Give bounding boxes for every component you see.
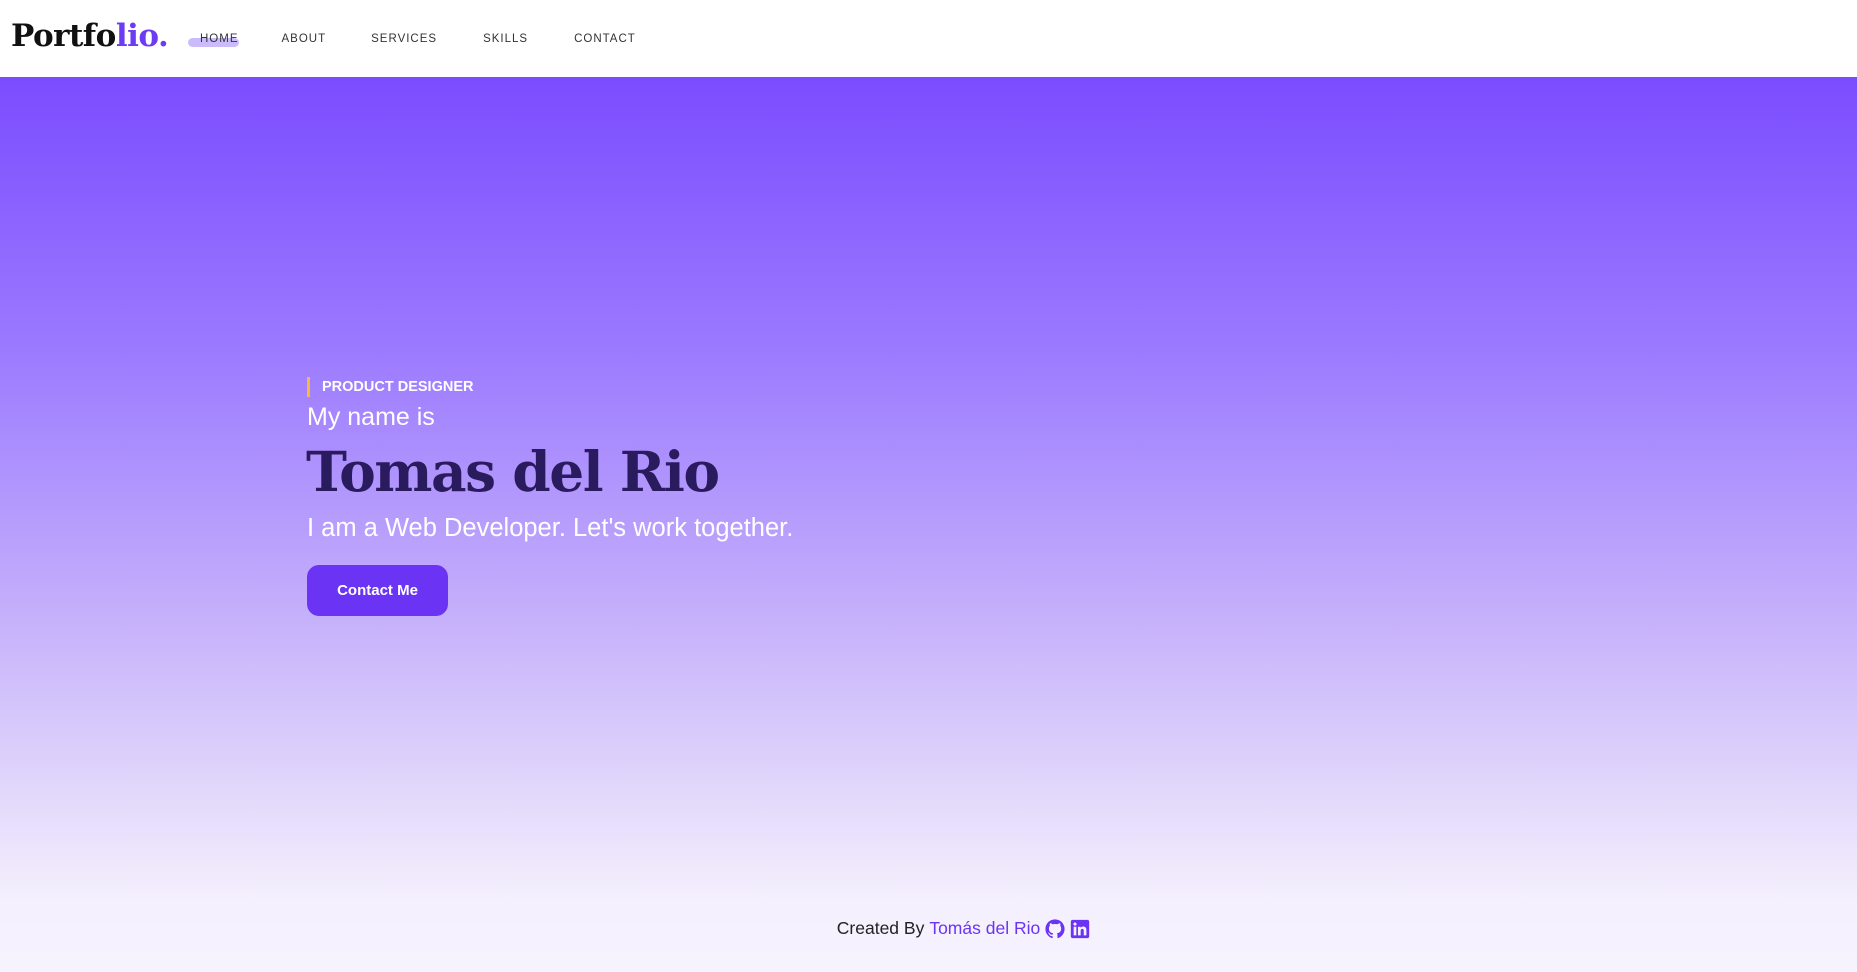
hero-section: PRODUCT DESIGNER My name is Tomas del Ri…	[0, 77, 1857, 972]
github-icon[interactable]	[1045, 918, 1065, 939]
footer-credit: Created By Tomás del Rio	[837, 918, 1090, 939]
hero-subtitle: I am a Web Developer. Let's work togethe…	[307, 514, 794, 542]
site-footer: Created By Tomás del Rio	[0, 918, 1857, 972]
role-tag: PRODUCT DESIGNER	[307, 377, 473, 397]
logo[interactable]: Portfolio.	[11, 18, 169, 54]
nav-item-skills[interactable]: SKILLS	[483, 33, 528, 45]
author-link[interactable]: Tomás del Rio	[929, 918, 1040, 939]
nav-item-services[interactable]: SERVICES	[371, 33, 437, 45]
main-nav: HOME ABOUT SERVICES SKILLS CONTACT	[186, 0, 636, 77]
logo-main-text: Portfo	[11, 18, 116, 54]
contact-me-button[interactable]: Contact Me	[307, 565, 448, 616]
linkedin-icon[interactable]	[1070, 919, 1090, 939]
logo-accent-text: lio.	[115, 18, 169, 54]
nav-item-about[interactable]: ABOUT	[282, 33, 327, 45]
site-header: Portfolio. HOME ABOUT SERVICES SKILLS CO…	[0, 0, 1857, 77]
hero-name: Tomas del Rio	[306, 439, 720, 504]
intro-text: My name is	[307, 403, 435, 431]
nav-item-contact[interactable]: CONTACT	[574, 33, 636, 45]
nav-item-home[interactable]: HOME	[188, 33, 239, 47]
created-by-text: Created By	[836, 918, 925, 938]
